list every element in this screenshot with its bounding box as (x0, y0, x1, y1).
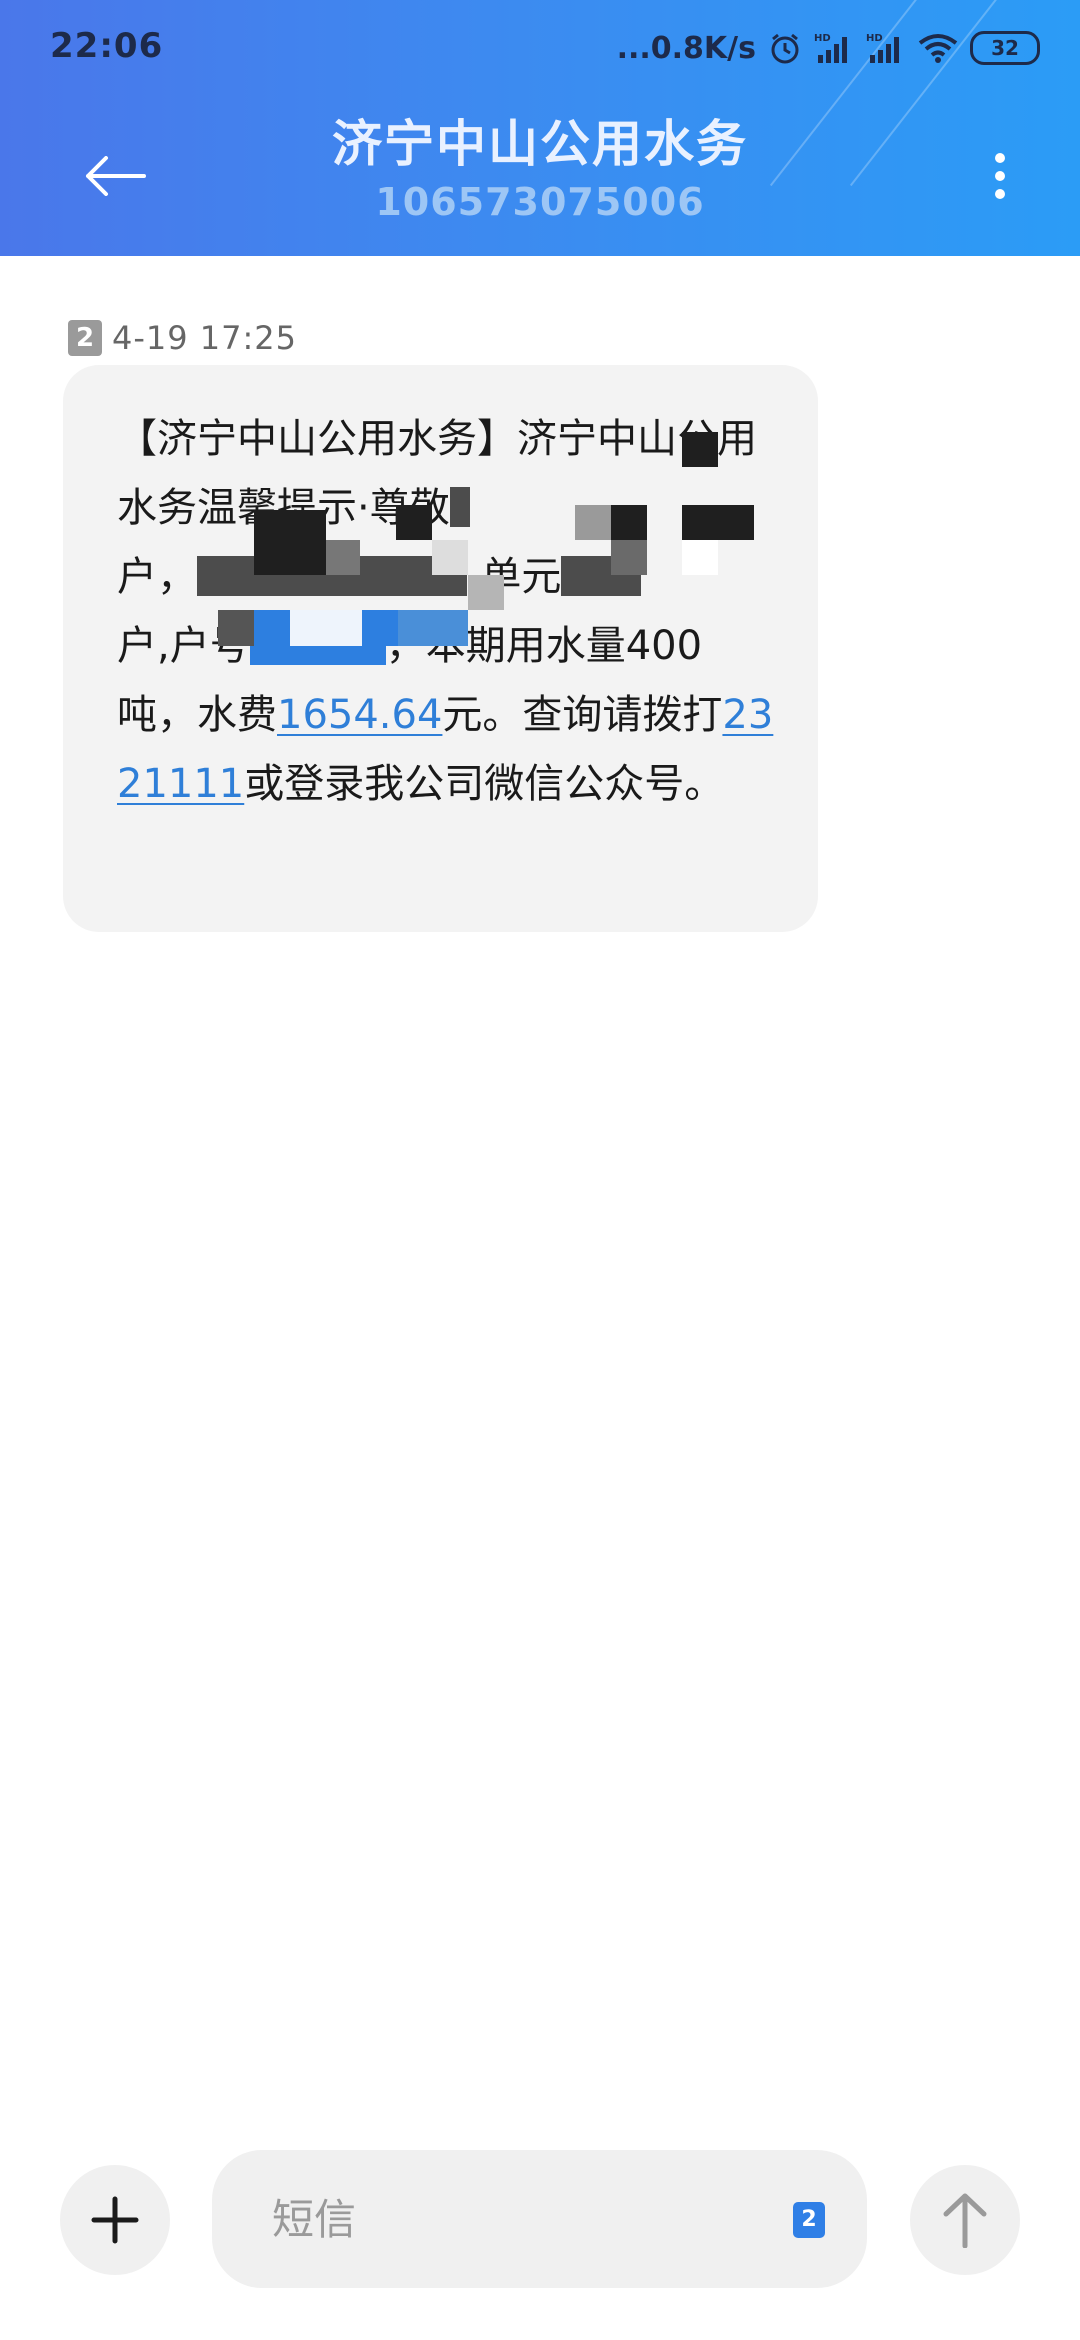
svg-text:HD: HD (866, 33, 883, 44)
message-segment: 户， (117, 554, 197, 600)
back-arrow-icon (86, 156, 146, 196)
contact-number: 106573075006 (375, 180, 705, 224)
more-options-button[interactable] (960, 136, 1040, 216)
timestamp-text: 4-19 17:25 (112, 319, 298, 357)
contact-title: 济宁中山公用水务 106573075006 (180, 112, 900, 228)
redacted-text (197, 556, 467, 596)
message-input-box[interactable]: 2 (212, 2150, 867, 2288)
sim-selector-icon[interactable]: 2 (793, 2202, 825, 2238)
signal-hd-icon: HD (866, 31, 906, 65)
signal-hd-icon: HD (814, 31, 854, 65)
sim-card-icon: 2 (68, 320, 102, 356)
message-segment: 户,户号 (117, 623, 250, 669)
battery-icon: 32 (970, 31, 1040, 65)
message-segment: 【济宁中山公用水务】济宁中山公用水务温馨提示·尊敬 (117, 416, 757, 531)
plus-icon (91, 2196, 139, 2244)
message-text: 【济宁中山公用水务】济宁中山公用水务温馨提示·尊敬 户， -单元 户,户号 ，本期用水量… (117, 405, 778, 819)
status-icons: ...0.8K/s HD HD 32 (617, 26, 1040, 70)
message-segment: 或登录我公司微信公众号。 (244, 761, 725, 807)
redacted-account-link[interactable] (249, 625, 386, 665)
svg-text:HD: HD (814, 33, 831, 44)
redacted-text (449, 487, 470, 527)
network-speed: ...0.8K/s (616, 30, 756, 66)
message-segment: 元。查询请拨打 (442, 692, 723, 738)
send-arrow-icon (943, 2193, 987, 2248)
back-button[interactable] (70, 136, 160, 216)
message-segment: -单元 (467, 554, 562, 600)
status-bar: 22:06 ...0.8K/s HD HD 32 (0, 0, 1080, 96)
wifi-icon (918, 31, 958, 65)
contact-name: 济宁中山公用水务 (332, 115, 748, 173)
more-vertical-icon (995, 153, 1005, 199)
alarm-icon (768, 31, 802, 65)
attach-button[interactable] (60, 2165, 170, 2275)
app-header: 22:06 ...0.8K/s HD HD 32 济宁中山公用水务 106573… (0, 0, 1080, 256)
send-button[interactable] (910, 2165, 1020, 2275)
message-timestamp: 2 4-19 17:25 (68, 318, 297, 358)
amount-link[interactable]: 1654.64 (277, 692, 442, 738)
message-bubble[interactable]: 【济宁中山公用水务】济宁中山公用水务温馨提示·尊敬 户， -单元 户,户号 ，本期用水量… (63, 365, 818, 932)
redacted-text (561, 556, 642, 596)
status-time: 22:06 (50, 26, 164, 66)
message-input[interactable] (272, 2150, 742, 2288)
